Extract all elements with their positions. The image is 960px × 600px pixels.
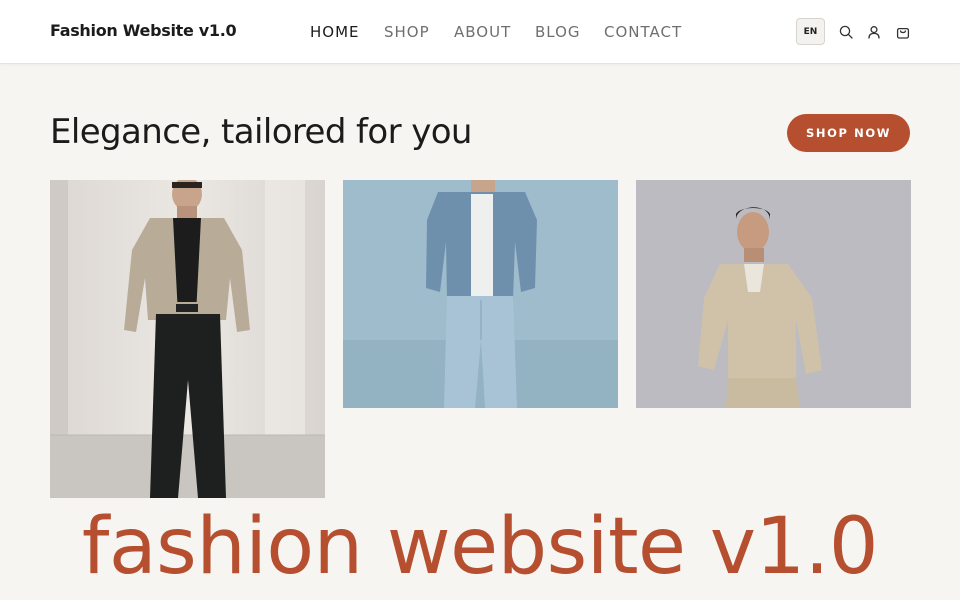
site-header: Fashion Website v1.0 HOME SHOP ABOUT BLO…: [0, 0, 960, 64]
gallery-image-3[interactable]: [636, 180, 911, 408]
nav-blog[interactable]: BLOG: [535, 23, 581, 41]
shop-now-button[interactable]: SHOP NOW: [787, 114, 910, 152]
gallery-image-1[interactable]: [50, 180, 325, 498]
hero-heading: Elegance, tailored for you: [50, 112, 472, 152]
language-selector[interactable]: EN: [796, 18, 825, 45]
footer-wordmark: fashion website v1.0: [81, 502, 879, 592]
user-icon[interactable]: [866, 24, 882, 40]
cart-icon[interactable]: [895, 24, 911, 40]
nav-shop[interactable]: SHOP: [384, 23, 430, 41]
nav-contact[interactable]: CONTACT: [604, 23, 682, 41]
nav-about[interactable]: ABOUT: [454, 23, 511, 41]
search-icon[interactable]: [838, 24, 854, 40]
nav-home[interactable]: HOME: [310, 23, 360, 41]
gallery-image-2[interactable]: [343, 180, 618, 408]
